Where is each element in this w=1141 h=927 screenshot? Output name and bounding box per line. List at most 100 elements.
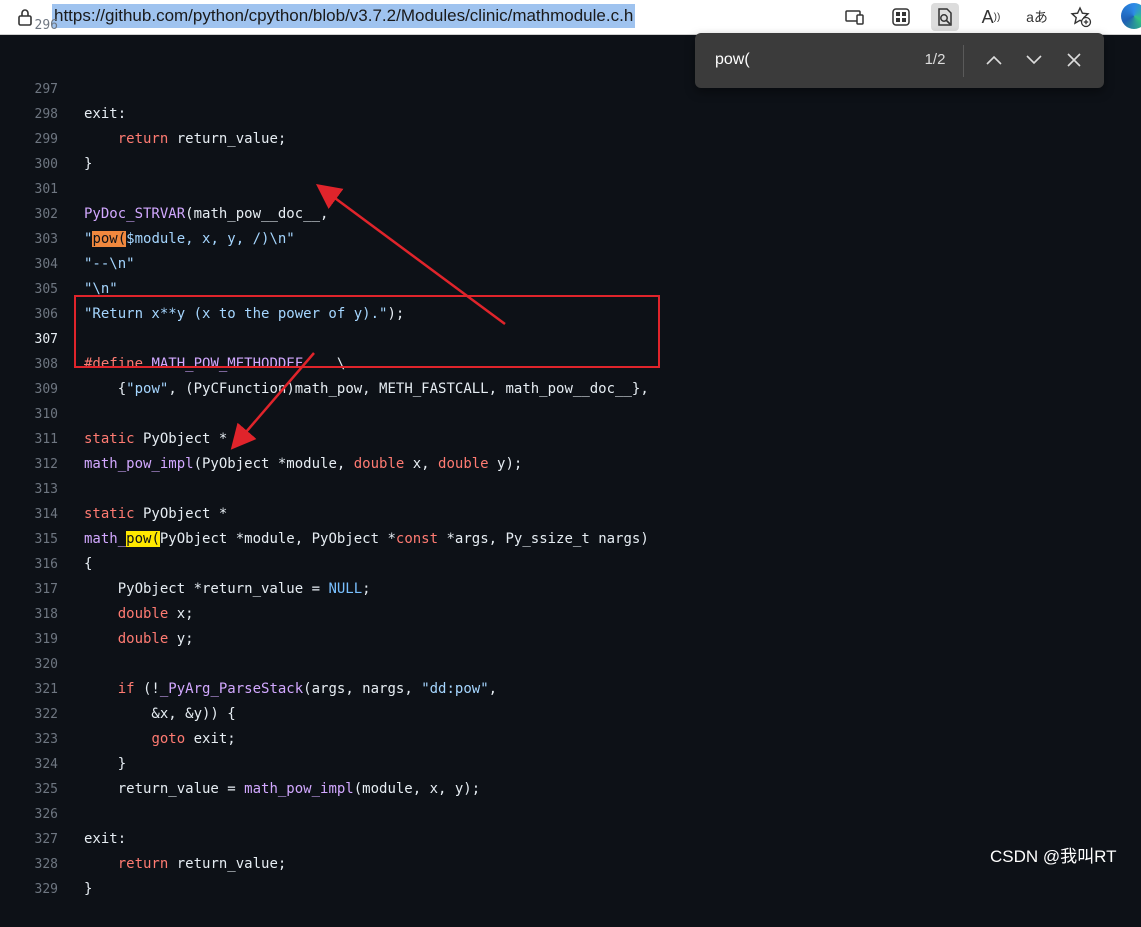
- line-number[interactable]: 313: [34, 477, 58, 502]
- code-text: math_pow_impl(PyObject *module, double x…: [84, 456, 523, 472]
- code-line-323: 323 }: [0, 702, 127, 772]
- code-text: return return_value;: [84, 856, 287, 872]
- line-number[interactable]: 318: [34, 602, 58, 627]
- translate-icon[interactable]: aあ: [1022, 3, 1052, 31]
- code-text: exit:: [84, 831, 127, 847]
- line-number[interactable]: 323: [34, 727, 58, 752]
- line-number[interactable]: 302: [34, 202, 58, 227]
- code-line-312: 312: [0, 427, 58, 472]
- line-number[interactable]: 303: [34, 227, 58, 252]
- code-text: goto exit;: [151, 731, 236, 747]
- line-number[interactable]: 304: [34, 252, 58, 277]
- read-aloud-icon[interactable]: A)): [977, 3, 1005, 31]
- code-line-322: 322 goto exit;: [0, 677, 236, 747]
- line-number[interactable]: 309: [34, 377, 58, 402]
- code-text: math_pow(PyObject *module, PyObject *con…: [84, 531, 649, 547]
- line-number[interactable]: 306: [34, 302, 58, 327]
- code-text: return return_value;: [84, 131, 287, 147]
- line-number[interactable]: 311: [34, 427, 58, 452]
- code-line-319: 319: [0, 602, 58, 647]
- code-line-298: 298 return return_value;: [0, 77, 287, 147]
- code-line-297: 297 exit:: [0, 52, 127, 122]
- code-line-327: 327 return return_value;: [0, 802, 287, 872]
- edge-profile-icon[interactable]: [1121, 3, 1141, 29]
- line-number[interactable]: 325: [34, 777, 58, 802]
- close-icon: [1067, 53, 1081, 67]
- find-close-button[interactable]: [1059, 45, 1089, 75]
- code-text: PyObject *return_value = NULL;: [84, 581, 371, 597]
- line-number[interactable]: 329: [34, 877, 58, 902]
- line-number[interactable]: 322: [34, 702, 58, 727]
- find-previous-button[interactable]: [979, 45, 1009, 75]
- code-line-304: 304 "\n": [0, 227, 118, 297]
- code-line-320: 320 if (!_PyArg_ParseStack(args, nargs, …: [0, 627, 498, 697]
- favorites-add-icon[interactable]: [1067, 3, 1095, 31]
- line-number[interactable]: 297: [34, 77, 58, 102]
- split-screen-icon[interactable]: [887, 3, 915, 31]
- code-text: static PyObject *: [84, 431, 228, 447]
- code-text: }: [84, 156, 93, 172]
- line-number[interactable]: 305: [34, 277, 58, 302]
- code-line-318: 318 double y;: [0, 577, 194, 647]
- line-number[interactable]: 319: [34, 627, 58, 652]
- line-number[interactable]: 312: [34, 452, 58, 477]
- line-number[interactable]: 301: [34, 177, 58, 202]
- search-match: pow(: [126, 531, 160, 547]
- line-number[interactable]: 316: [34, 552, 58, 577]
- code-line-314: 314 math_pow(PyObject *module, PyObject …: [0, 477, 649, 547]
- line-number[interactable]: 314: [34, 502, 58, 527]
- line-number[interactable]: 308: [34, 352, 58, 377]
- code-line-315: 315 {: [0, 502, 93, 572]
- code-line-307: 307 #define MATH_POW_METHODDEF \: [0, 302, 346, 372]
- find-next-button[interactable]: [1019, 45, 1049, 75]
- code-line-311: 311 math_pow_impl(PyObject *module, doub…: [0, 402, 523, 472]
- line-number[interactable]: 321: [34, 677, 58, 702]
- line-number[interactable]: 300: [34, 152, 58, 177]
- address-bar-url[interactable]: https://github.com/python/cpython/blob/v…: [52, 4, 636, 28]
- code-text: {: [84, 556, 93, 572]
- line-number[interactable]: 320: [34, 652, 58, 677]
- read-aloud-glyph: A: [981, 6, 994, 27]
- browser-toolbar: https://github.com/python/cpython/blob/v…: [0, 0, 1141, 35]
- chevron-down-icon: [1026, 55, 1042, 65]
- line-number[interactable]: 324: [34, 752, 58, 777]
- line-number[interactable]: 307: [34, 327, 58, 352]
- line-number[interactable]: 326: [34, 802, 58, 827]
- code-line-324: 324 return_value = math_pow_impl(module,…: [0, 727, 481, 797]
- find-in-page-icon[interactable]: [931, 3, 959, 31]
- code-line-316: 316 PyObject *return_value = NULL;: [0, 527, 371, 597]
- code-line-303: 303 "--\n": [0, 202, 135, 272]
- line-number[interactable]: 328: [34, 852, 58, 877]
- code-line-326: 326 exit:: [0, 777, 127, 847]
- code-viewer: 296 297 exit: 298 return return_value; 2…: [0, 18, 1141, 897]
- code-line-299: 299 }: [0, 102, 93, 172]
- code-text: PyDoc_STRVAR(math_pow__doc__,: [84, 206, 329, 222]
- line-number[interactable]: 317: [34, 577, 58, 602]
- code-line-302: 302 "pow($module, x, y, /)\n": [0, 177, 295, 247]
- code-text: double x;: [117, 606, 194, 622]
- line-number[interactable]: 310: [34, 402, 58, 427]
- current-search-match: pow(: [92, 231, 127, 247]
- code-line-329: 329: [0, 852, 58, 897]
- code-text: if (!_PyArg_ParseStack(args, nargs, "dd:…: [117, 681, 498, 697]
- line-number[interactable]: 298: [34, 102, 58, 127]
- lock-icon[interactable]: [16, 7, 34, 27]
- code-text: double y;: [117, 631, 194, 647]
- chevron-up-icon: [986, 55, 1002, 65]
- code-text: }: [84, 756, 127, 772]
- code-text: }: [84, 881, 93, 897]
- line-number[interactable]: 299: [34, 127, 58, 152]
- code-line-300: 300: [0, 127, 58, 172]
- code-text: exit:: [84, 106, 127, 122]
- code-line-328: 328 }: [0, 827, 93, 897]
- app-available-icon[interactable]: [841, 3, 869, 31]
- line-number[interactable]: 315: [34, 527, 58, 552]
- code-text: "--\n": [84, 256, 135, 272]
- translate-glyph: aあ: [1026, 9, 1048, 25]
- annotation-highlight-box: [74, 295, 660, 368]
- line-number[interactable]: 327: [34, 827, 58, 852]
- code-text: "pow($module, x, y, /)\n": [84, 231, 295, 247]
- code-text: static PyObject *: [84, 506, 228, 522]
- code-text: return_value = math_pow_impl(module, x, …: [84, 781, 481, 797]
- code-line-309: 309: [0, 352, 58, 397]
